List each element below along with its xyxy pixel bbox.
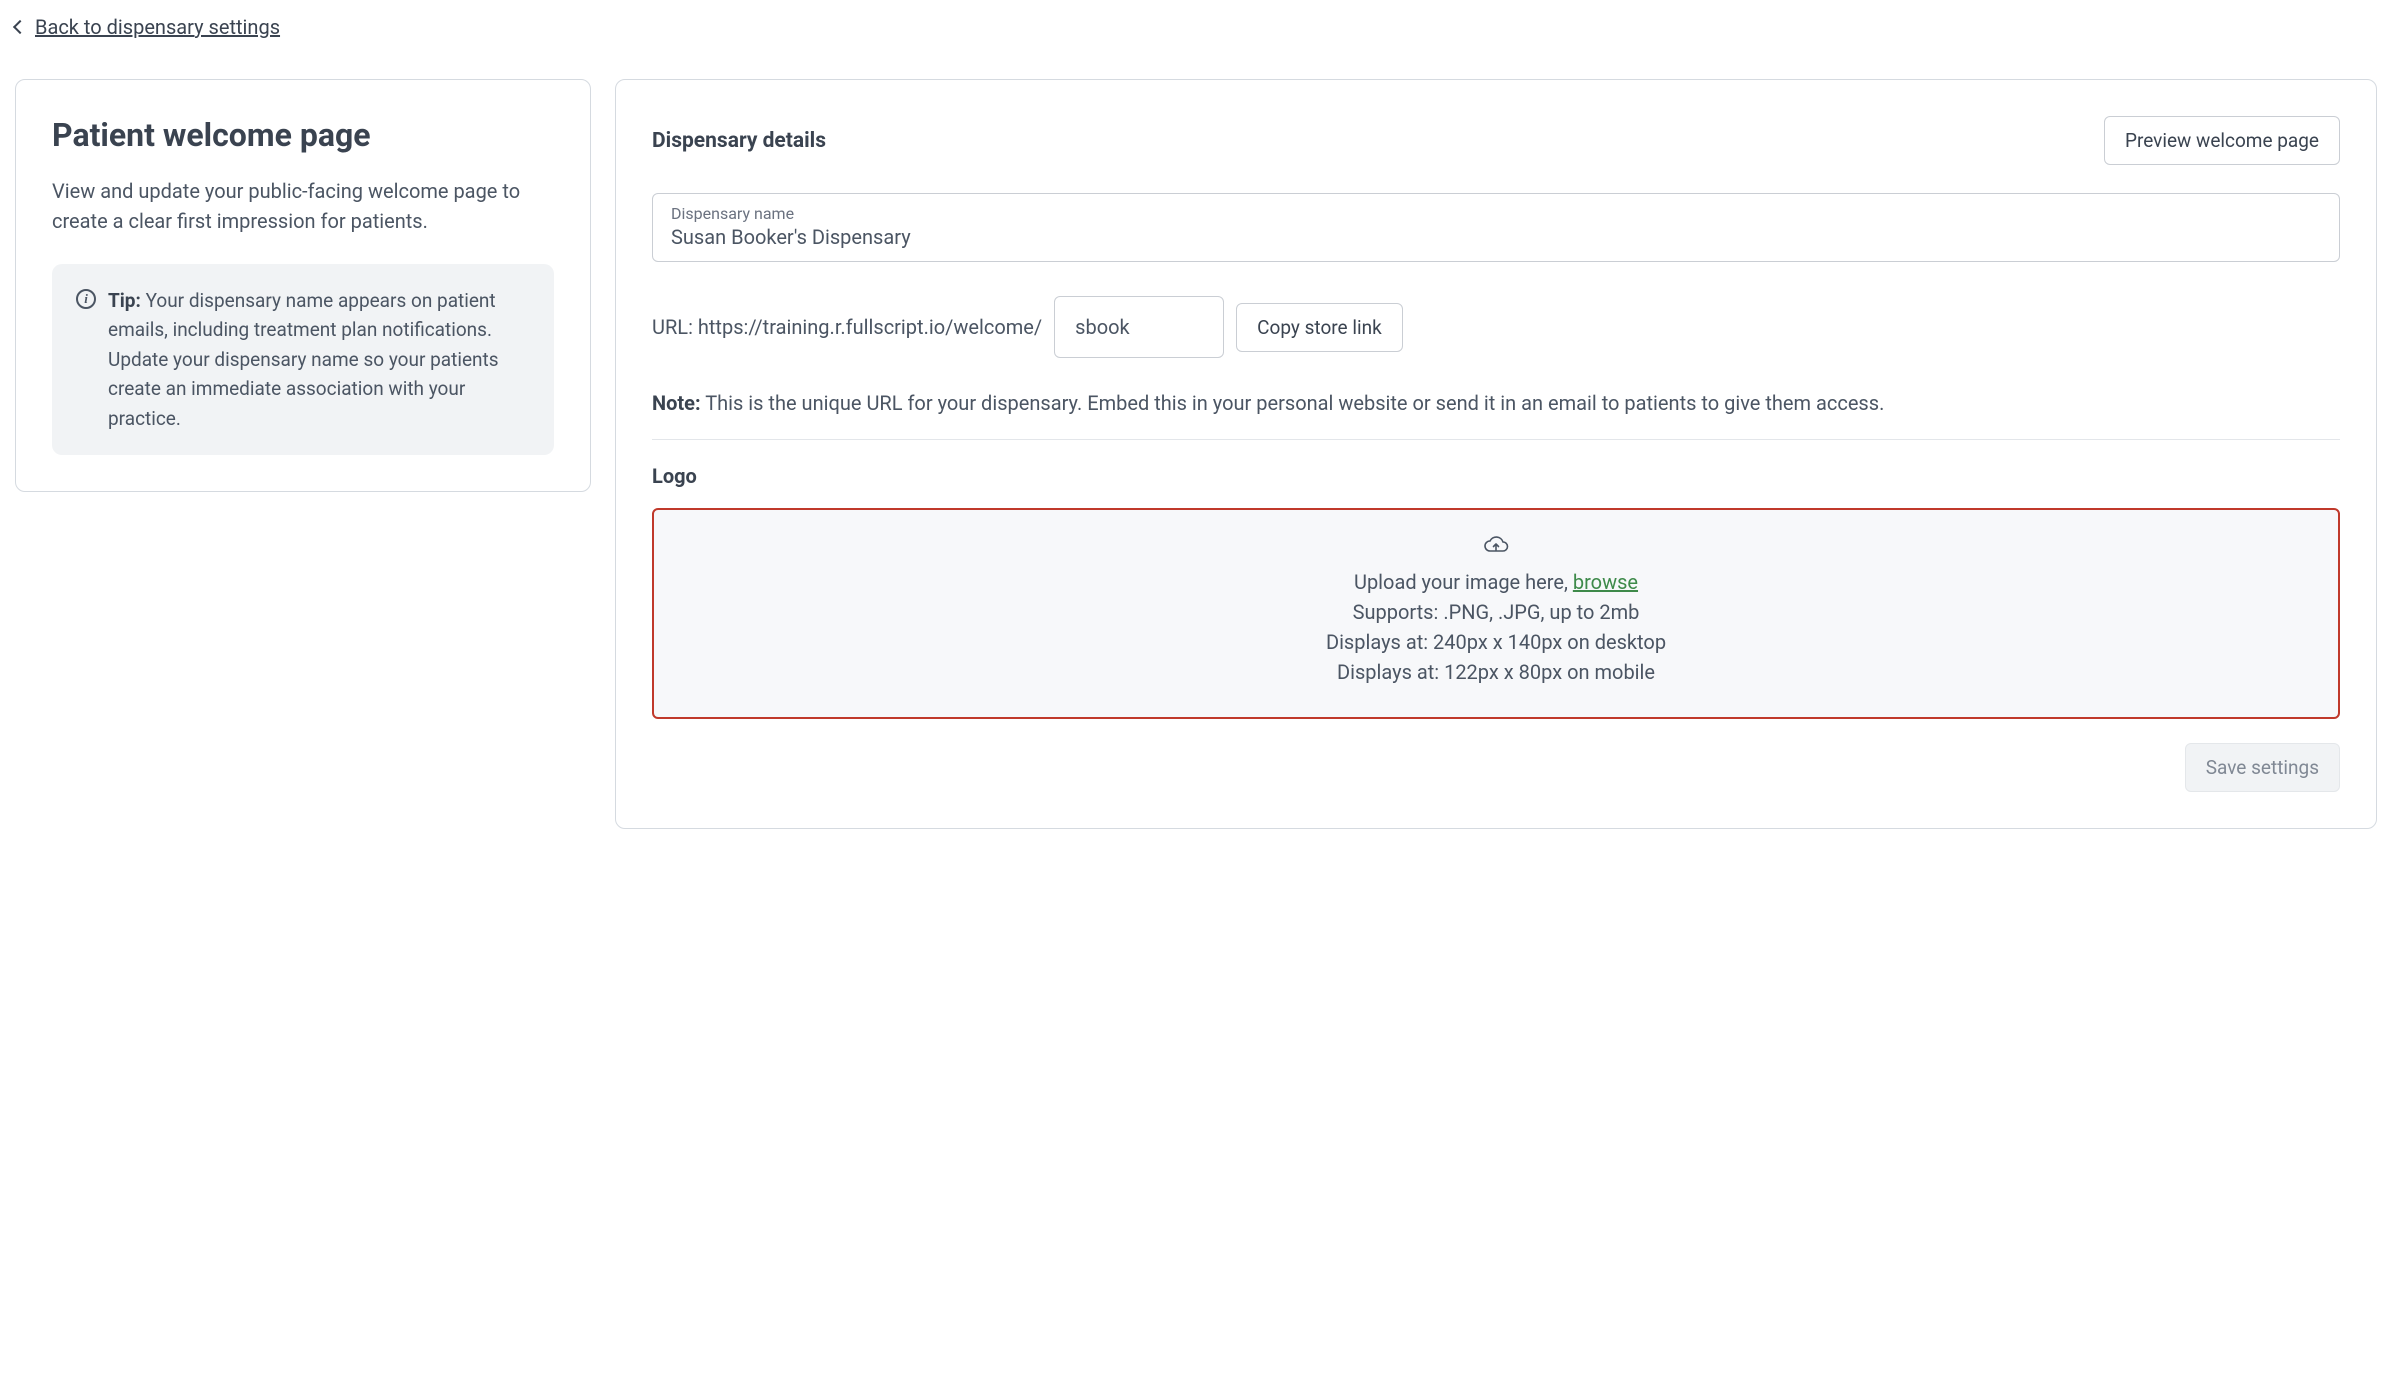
footer-row: Save settings — [652, 743, 2340, 792]
info-icon: i — [76, 289, 96, 309]
upload-desktop-line: Displays at: 240px x 140px on desktop — [674, 627, 2318, 657]
back-link[interactable]: Back to dispensary settings — [35, 15, 280, 39]
save-settings-button[interactable]: Save settings — [2185, 743, 2340, 792]
note-body: This is the unique URL for your dispensa… — [705, 391, 1884, 415]
url-slug-input[interactable] — [1054, 296, 1224, 358]
dispensary-name-label: Dispensary name — [671, 204, 2321, 223]
page-title: Patient welcome page — [52, 116, 554, 154]
page-description: View and update your public-facing welco… — [52, 176, 554, 236]
cloud-upload-icon — [1483, 536, 1509, 561]
upload-text-prefix: Upload your image here, — [1354, 570, 1573, 594]
logo-upload-box[interactable]: Upload your image here, browse Supports:… — [652, 508, 2340, 719]
tip-body: Your dispensary name appears on patient … — [108, 289, 499, 430]
dispensary-name-input[interactable] — [671, 225, 2321, 249]
upload-mobile-line: Displays at: 122px x 80px on mobile — [674, 657, 2318, 687]
tip-label: Tip: — [108, 289, 141, 312]
logo-heading: Logo — [652, 464, 2340, 488]
browse-link[interactable]: browse — [1573, 570, 1638, 594]
note-label: Note: — [652, 391, 701, 415]
upload-line-1: Upload your image here, browse — [674, 567, 2318, 597]
welcome-info-card: Patient welcome page View and update you… — [15, 79, 591, 492]
details-heading: Dispensary details — [652, 129, 826, 153]
preview-welcome-page-button[interactable]: Preview welcome page — [2104, 116, 2340, 165]
url-prefix-label: URL: https://training.r.fullscript.io/we… — [652, 315, 1042, 339]
back-link-row[interactable]: Back to dispensary settings — [15, 15, 2377, 39]
dispensary-details-card: Dispensary details Preview welcome page … — [615, 79, 2377, 829]
details-header: Dispensary details Preview welcome page — [652, 116, 2340, 165]
divider — [652, 439, 2340, 440]
upload-supports-line: Supports: .PNG, .JPG, up to 2mb — [674, 597, 2318, 627]
tip-box: i Tip: Your dispensary name appears on p… — [52, 264, 554, 455]
url-note: Note: This is the unique URL for your di… — [652, 388, 2340, 419]
copy-store-link-button[interactable]: Copy store link — [1236, 303, 1403, 352]
chevron-left-icon — [13, 20, 27, 34]
tip-text: Tip: Your dispensary name appears on pat… — [108, 286, 530, 433]
url-row: URL: https://training.r.fullscript.io/we… — [652, 296, 2340, 358]
dispensary-name-field[interactable]: Dispensary name — [652, 193, 2340, 262]
